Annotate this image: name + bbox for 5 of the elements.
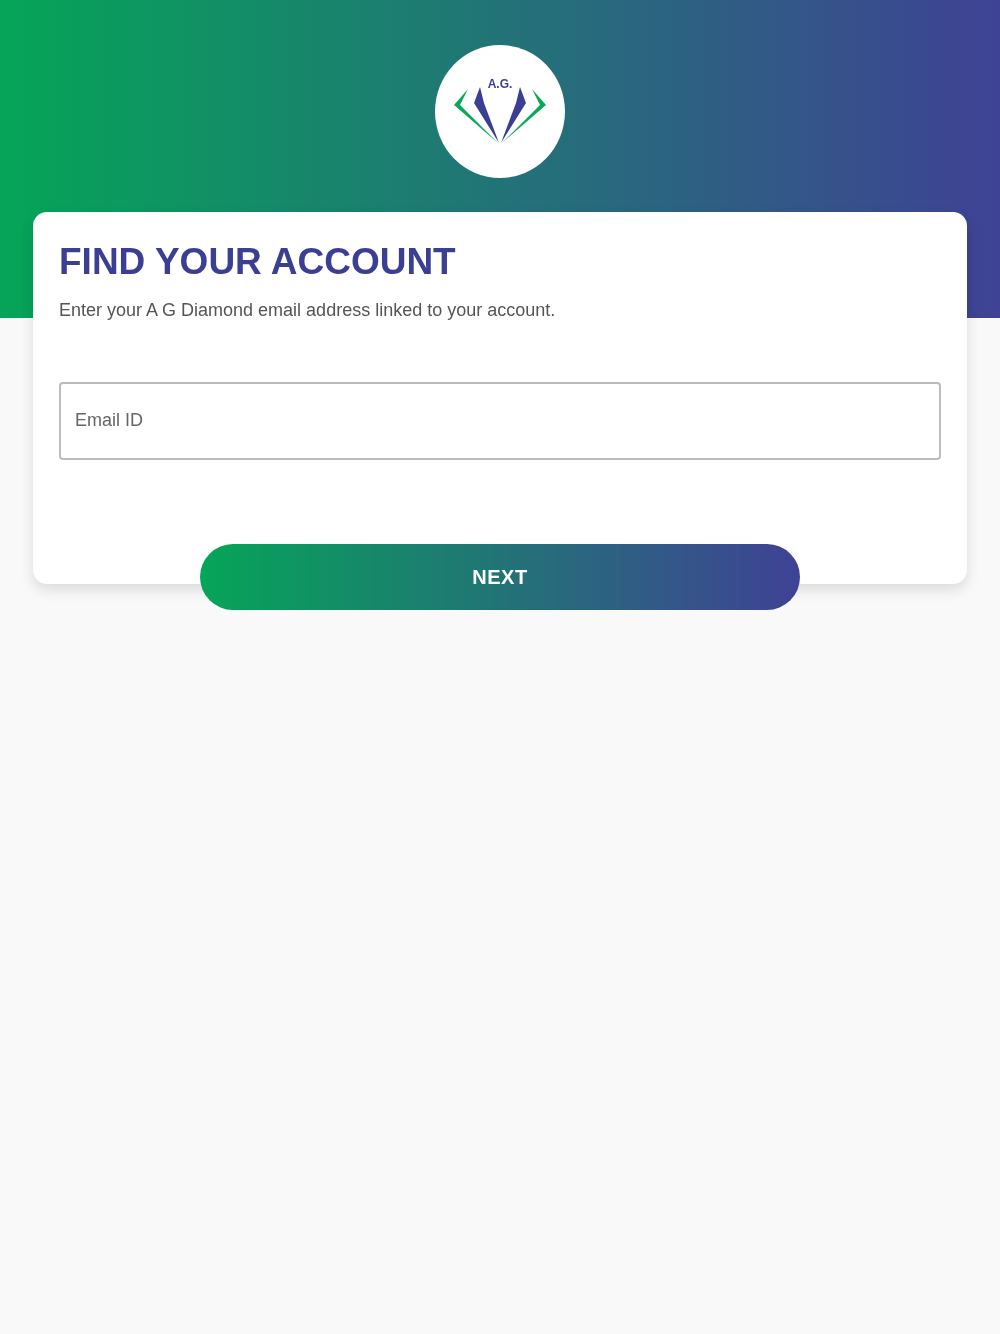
logo-text: A.G. bbox=[487, 78, 513, 90]
next-button[interactable]: NEXT bbox=[200, 544, 800, 610]
email-input-field[interactable]: Email ID bbox=[59, 381, 941, 460]
card-subtitle: Enter your A G Diamond email address linked to your account. bbox=[59, 298, 557, 322]
card-title: FIND YOUR ACCOUNT bbox=[59, 242, 457, 283]
